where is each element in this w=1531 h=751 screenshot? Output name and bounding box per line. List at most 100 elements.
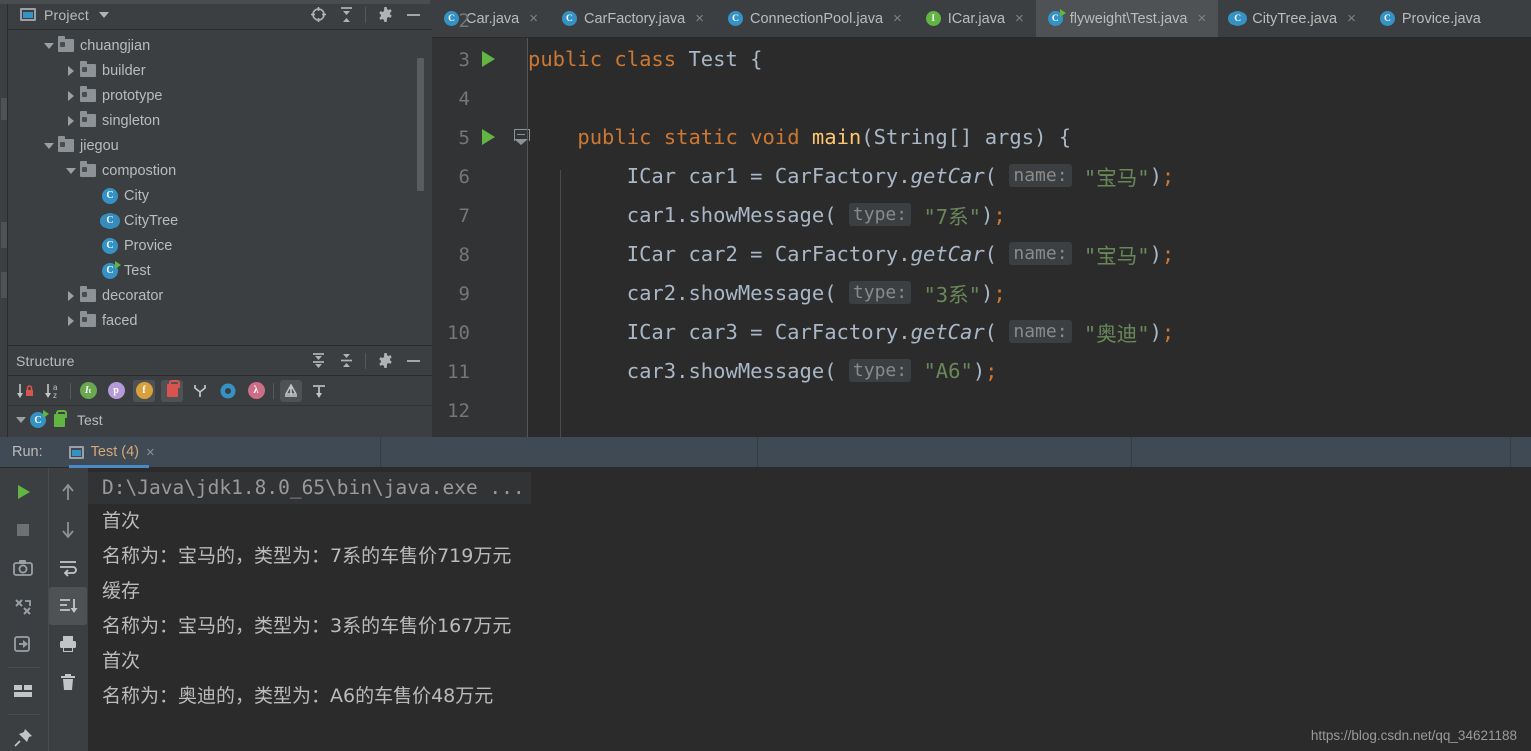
chevron-down-icon[interactable] xyxy=(98,11,109,18)
code-token: ; xyxy=(1161,241,1175,266)
show-lambdas-icon[interactable]: λ xyxy=(245,380,267,402)
structure-root-row[interactable]: C Test xyxy=(8,406,432,434)
settings-gear-icon[interactable] xyxy=(376,6,394,24)
close-icon[interactable]: × xyxy=(893,11,902,26)
code-token: public xyxy=(528,46,615,71)
show-inherited-icon[interactable]: It xyxy=(77,380,99,402)
expander-triangle-icon[interactable] xyxy=(64,64,78,78)
run-configuration-tab[interactable]: Test (4) × xyxy=(68,437,159,468)
code-line[interactable]: ICar car2 = CarFactory. getCar( name: "宝马… xyxy=(528,234,1531,273)
sort-alphabetically-icon[interactable]: a z xyxy=(42,380,64,402)
tree-item-decorator[interactable]: decorator xyxy=(8,283,432,308)
tree-item-builder[interactable]: builder xyxy=(8,58,432,83)
scroll-to-end-icon[interactable] xyxy=(49,587,87,625)
show-anonymous-icon[interactable] xyxy=(217,380,239,402)
editor-tab-bar[interactable]: C Car.java × C CarFactory.java × C ConnectionPo… xyxy=(432,0,1531,38)
watermark-text: https://blog.csdn.net/qq_34621188 xyxy=(1310,728,1517,743)
editor-tab-connectionpool-java[interactable]: C ConnectionPool.java × xyxy=(716,0,914,37)
toolbar-divider xyxy=(70,382,71,399)
expander-triangle-icon[interactable] xyxy=(64,314,78,328)
tree-item-provice[interactable]: C Provice xyxy=(8,233,432,258)
tree-item-citytree[interactable]: C CityTree xyxy=(8,208,432,233)
show-non-public-icon[interactable] xyxy=(161,379,183,402)
editor-gutter[interactable]: 2 3 4 5 6 7 8 9 10 11 12 xyxy=(432,10,530,437)
pin-tab-icon[interactable] xyxy=(0,719,46,751)
up-icon[interactable] xyxy=(49,473,87,511)
tree-item-singleton[interactable]: singleton xyxy=(8,108,432,133)
stripe-favorites-button[interactable] xyxy=(1,272,7,298)
expander-triangle-icon[interactable] xyxy=(64,289,78,303)
expander-triangle-icon[interactable] xyxy=(64,114,78,128)
close-icon[interactable]: × xyxy=(695,11,704,26)
editor-tab-icar-java[interactable]: I ICar.java × xyxy=(914,0,1036,37)
editor-tab-citytree-java[interactable]: C CityTree.java × xyxy=(1218,0,1368,37)
locate-icon[interactable] xyxy=(309,6,327,24)
sort-by-visibility-icon[interactable] xyxy=(14,380,36,402)
code-line[interactable] xyxy=(528,390,1531,429)
editor-tab-carfactory-java[interactable]: C CarFactory.java × xyxy=(550,0,716,37)
down-icon[interactable] xyxy=(49,511,87,549)
editor-tab-flyweight-test-java[interactable]: Cflyweight\Test.java × xyxy=(1035,0,1219,37)
expander-triangle-icon[interactable] xyxy=(64,164,78,178)
dump-threads-camera-icon[interactable] xyxy=(0,549,46,587)
expander-triangle-icon[interactable] xyxy=(42,139,56,153)
layout-icon[interactable] xyxy=(0,672,46,710)
editor-code-body[interactable]: public class Test { public static void m… xyxy=(528,38,1531,437)
close-icon[interactable]: × xyxy=(1347,11,1356,26)
close-icon[interactable]: × xyxy=(1015,11,1024,26)
tree-item-compostion[interactable]: compostion xyxy=(8,158,432,183)
tree-item-city[interactable]: C City xyxy=(8,183,432,208)
tree-item-test[interactable]: C Test xyxy=(8,258,432,283)
run-gutter-icon[interactable] xyxy=(482,51,495,67)
settings-gear-icon[interactable] xyxy=(376,352,394,370)
tree-item-jiegou[interactable]: jiegou xyxy=(8,133,432,158)
close-icon[interactable]: × xyxy=(529,11,538,26)
export-icon[interactable] xyxy=(0,625,46,663)
group-methods-icon[interactable] xyxy=(189,380,211,402)
close-icon[interactable]: × xyxy=(146,444,155,461)
tree-item-chuangjian[interactable]: chuangjian xyxy=(8,33,432,58)
clear-all-trash-icon[interactable] xyxy=(49,663,87,701)
code-line[interactable]: car1.showMessage( type: "7系"); xyxy=(528,195,1531,234)
expander-triangle-icon[interactable] xyxy=(42,39,56,53)
code-line[interactable]: ICar car3 = CarFactory. getCar( name: "奥迪… xyxy=(528,312,1531,351)
project-tree-scrollbar[interactable] xyxy=(417,58,424,191)
code-line[interactable]: public class Test { xyxy=(528,39,1531,78)
run-gutter-icon[interactable] xyxy=(482,129,495,145)
stop-icon[interactable] xyxy=(0,511,46,549)
code-line[interactable] xyxy=(528,78,1531,117)
soft-wrap-icon[interactable] xyxy=(49,549,87,587)
autoscroll-to-source-icon[interactable] xyxy=(280,379,302,402)
tree-item-faced[interactable]: faced xyxy=(8,308,432,333)
rerun-icon[interactable] xyxy=(0,473,46,511)
project-tree[interactable]: chuangjian builder prototype singleton jiego… xyxy=(8,31,432,345)
hide-panel-icon[interactable] xyxy=(404,352,422,370)
collapse-all-icon[interactable] xyxy=(337,6,355,24)
code-line[interactable]: public static void main (String[] args) { xyxy=(528,117,1531,156)
collapse-all-icon[interactable] xyxy=(337,352,355,370)
console-output[interactable]: D:\Java\jdk1.8.0_65\bin\java.exe ... 首次 名称… xyxy=(88,468,1531,751)
stripe-project-button[interactable] xyxy=(1,98,7,120)
code-line[interactable]: ICar car1 = CarFactory. getCar( name: "宝马… xyxy=(528,156,1531,195)
close-icon[interactable]: × xyxy=(1197,11,1206,26)
print-icon[interactable] xyxy=(49,625,87,663)
code-editor[interactable]: 2 3 4 5 6 7 8 9 10 11 12 public class Test { publi… xyxy=(432,10,1531,437)
show-fields-icon[interactable]: f xyxy=(133,379,155,402)
folder-icon xyxy=(80,161,96,177)
code-line[interactable]: car2.showMessage( type: "3系"); xyxy=(528,273,1531,312)
editor-tab-car-java[interactable]: C Car.java × xyxy=(432,0,550,37)
expander-triangle-icon[interactable] xyxy=(14,413,28,427)
expand-all-icon[interactable] xyxy=(309,352,327,370)
run-tab-icon xyxy=(68,445,84,459)
tree-item-prototype[interactable]: prototype xyxy=(8,83,432,108)
stripe-structure-button[interactable] xyxy=(1,222,7,248)
hide-panel-icon[interactable] xyxy=(404,6,422,24)
code-line[interactable]: car3.showMessage( type: "A6"); xyxy=(528,351,1531,390)
restore-layout-icon[interactable] xyxy=(0,587,46,625)
show-properties-icon[interactable]: p xyxy=(105,380,127,402)
autoscroll-from-source-icon[interactable] xyxy=(308,380,330,402)
expander-triangle-icon[interactable] xyxy=(64,89,78,103)
editor-tab-provice-java[interactable]: C Provice.java xyxy=(1368,0,1493,37)
